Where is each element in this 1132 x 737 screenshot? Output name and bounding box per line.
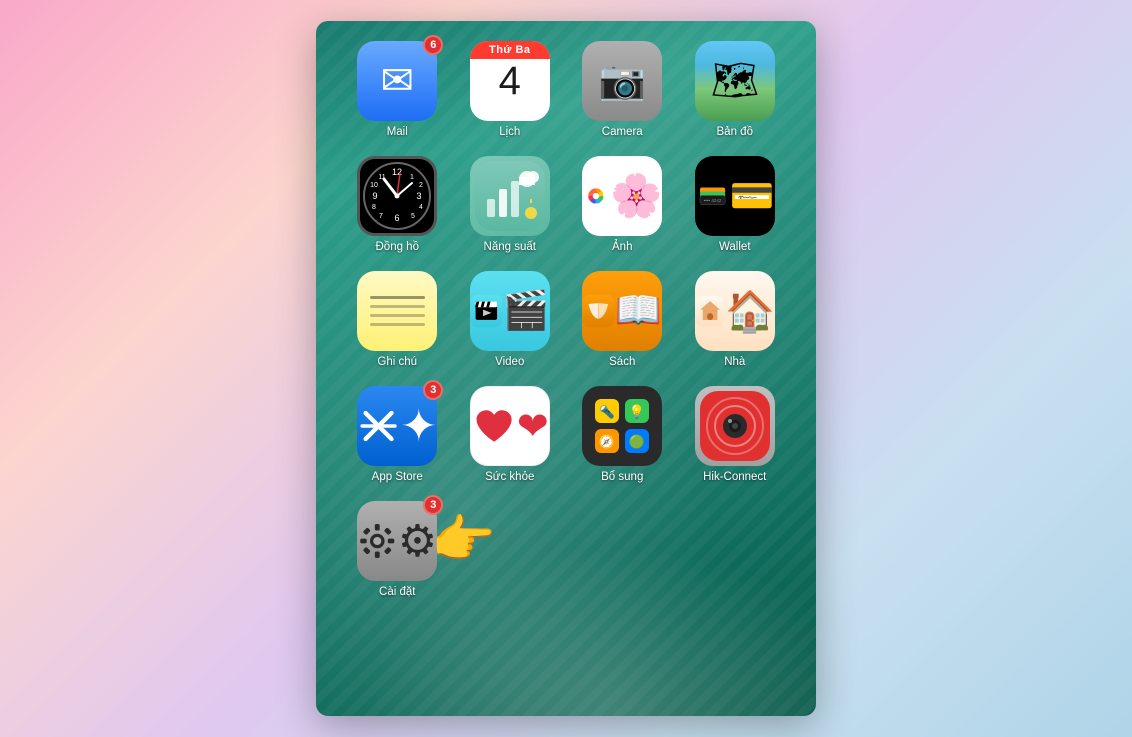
hikconnect-label: Hik-Connect <box>703 471 766 483</box>
settings-svg <box>357 516 398 566</box>
maps-icon <box>695 41 775 121</box>
productivity-svg <box>475 161 545 231</box>
svg-text:5: 5 <box>411 213 415 220</box>
svg-text:🟢: 🟢 <box>629 434 645 449</box>
home-label: Nhà <box>724 356 745 368</box>
appstore-label: App Store <box>372 471 423 483</box>
app-item-home[interactable]: Nhà <box>684 271 787 368</box>
photos-svg <box>582 161 610 231</box>
mail-badge: 6 <box>423 35 443 55</box>
phone-screen: 6 Mail Thứ Ba 4 Lịch Camera Bản đồ <box>316 21 816 716</box>
clock-icon: 12 3 6 9 1 2 4 5 11 10 8 7 <box>357 156 437 236</box>
calendar-day-number: 4 <box>499 61 521 101</box>
photos-icon <box>582 156 662 236</box>
svg-text:9: 9 <box>373 191 378 201</box>
utilities-icon: 🔦 💡 🧭 🟢 <box>582 386 662 466</box>
app-item-health[interactable]: Sức khỏe <box>459 386 562 483</box>
calendar-day-name: Thứ Ba <box>470 41 550 59</box>
wallet-label: Wallet <box>719 241 751 253</box>
appstore-badge: 3 <box>423 380 443 400</box>
mail-label: Mail <box>387 126 408 138</box>
wallet-svg: •••• 4242 <box>695 161 730 231</box>
home-svg <box>695 276 725 346</box>
notes-lines <box>370 296 425 326</box>
appstore-icon: 3 <box>357 386 437 466</box>
clock-label: Đồng hồ <box>376 241 419 253</box>
svg-text:•••• 4242: •••• 4242 <box>704 198 722 203</box>
app-item-photos[interactable]: Ảnh <box>571 156 674 253</box>
books-icon <box>582 271 662 351</box>
settings-badge: 3 <box>423 495 443 515</box>
settings-label: Cài đặt <box>379 586 415 598</box>
photos-label: Ảnh <box>612 241 632 253</box>
clock-svg: 12 3 6 9 1 2 4 5 11 10 8 7 <box>362 161 432 231</box>
books-label: Sách <box>609 356 635 368</box>
maps-label: Bản đồ <box>717 126 753 138</box>
app-item-books[interactable]: Sách <box>571 271 674 368</box>
app-item-hikconnect[interactable]: Hik-Connect <box>684 386 787 483</box>
svg-text:3: 3 <box>417 191 422 201</box>
appstore-svg <box>357 401 400 451</box>
svg-text:6: 6 <box>395 213 400 223</box>
app-item-calendar[interactable]: Thứ Ba 4 Lịch <box>459 41 562 138</box>
app-item-camera[interactable]: Camera <box>571 41 674 138</box>
app-item-wallet[interactable]: •••• 4242 Wallet <box>684 156 787 253</box>
svg-text:💡: 💡 <box>629 404 645 419</box>
svg-text:8: 8 <box>372 204 376 211</box>
svg-text:1: 1 <box>410 174 414 181</box>
settings-icon: 3 <box>357 501 437 581</box>
svg-text:7: 7 <box>379 213 383 220</box>
app-item-maps[interactable]: Bản đồ <box>684 41 787 138</box>
notes-label: Ghi chú <box>377 356 417 368</box>
app-item-appstore[interactable]: 3 App Store <box>346 386 449 483</box>
hand-pointer-emoji: 👉 <box>431 509 496 570</box>
hikconnect-icon <box>695 386 775 466</box>
camera-label: Camera <box>602 126 643 138</box>
calendar-icon: Thứ Ba 4 <box>470 41 550 121</box>
app-item-clock[interactable]: 12 3 6 9 1 2 4 5 11 10 8 7 <box>346 156 449 253</box>
calendar-label: Lịch <box>499 126 520 138</box>
svg-text:🔦: 🔦 <box>599 404 615 420</box>
mail-icon: 6 <box>357 41 437 121</box>
productivity-label: Năng suất <box>484 241 536 253</box>
svg-text:10: 10 <box>370 182 378 189</box>
svg-text:12: 12 <box>392 167 402 177</box>
app-item-productivity[interactable]: Năng suất <box>459 156 562 253</box>
utilities-label: Bổ sung <box>601 471 643 483</box>
health-icon <box>470 386 550 466</box>
app-item-notes[interactable]: Ghi chú <box>346 271 449 368</box>
hikconnect-svg <box>700 391 770 461</box>
video-label: Video <box>495 356 524 368</box>
home-icon <box>695 271 775 351</box>
utilities-svg: 🔦 💡 🧭 🟢 <box>587 391 657 461</box>
productivity-icon <box>470 156 550 236</box>
video-svg <box>470 276 503 346</box>
svg-text:🧭: 🧭 <box>599 434 615 449</box>
video-icon <box>470 271 550 351</box>
health-label: Sức khỏe <box>485 471 534 483</box>
svg-text:4: 4 <box>419 204 423 211</box>
camera-icon <box>582 41 662 121</box>
app-item-utilities[interactable]: 🔦 💡 🧭 🟢 Bổ sung <box>571 386 674 483</box>
app-item-mail[interactable]: 6 Mail <box>346 41 449 138</box>
svg-text:2: 2 <box>419 182 423 189</box>
health-svg <box>471 401 517 451</box>
app-item-settings[interactable]: 3 Cài đặt <box>346 501 449 598</box>
wallet-icon: •••• 4242 <box>695 156 775 236</box>
app-grid: 6 Mail Thứ Ba 4 Lịch Camera Bản đồ <box>346 41 786 598</box>
app-item-video[interactable]: Video <box>459 271 562 368</box>
books-svg <box>582 276 615 346</box>
notes-icon <box>357 271 437 351</box>
